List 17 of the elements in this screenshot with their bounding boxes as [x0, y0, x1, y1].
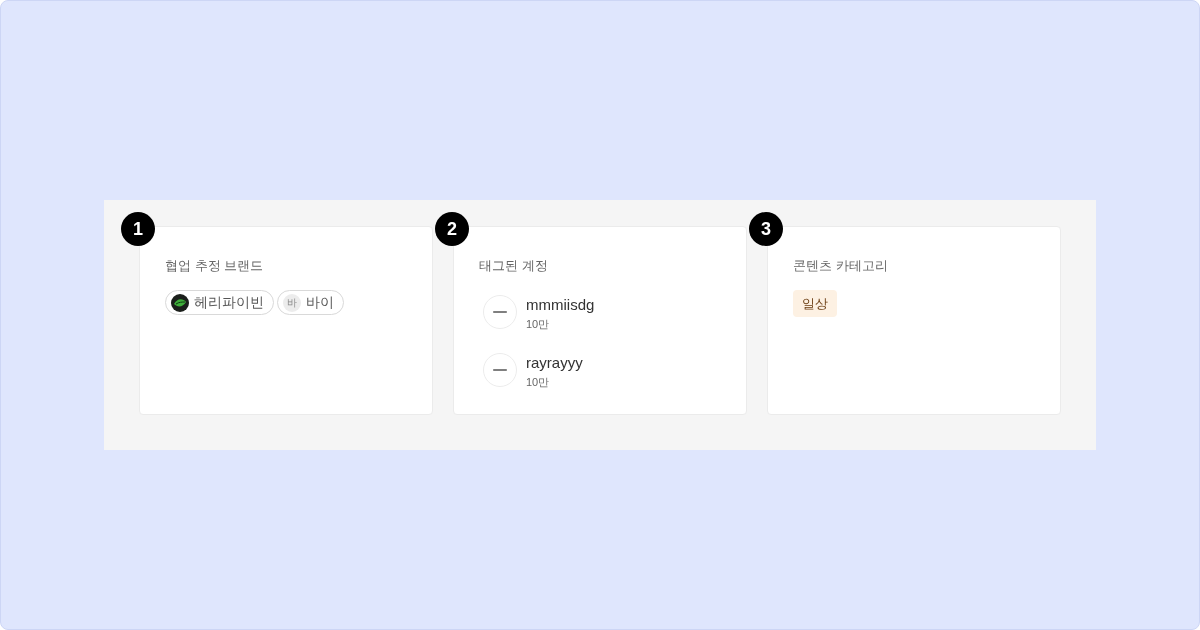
account-username[interactable]: rayrayyy: [526, 353, 583, 372]
account-avatar-icon: [483, 295, 517, 329]
follower-count: 10만: [526, 375, 550, 390]
category-tag: 일상: [793, 290, 837, 317]
card-title: 협업 추정 브랜드: [165, 258, 264, 274]
account-avatar-icon: [483, 353, 517, 387]
card-title: 콘텐츠 카테고리: [793, 258, 888, 274]
brand-initial-icon: 바: [283, 293, 301, 312]
card-title: 태그된 계정: [479, 258, 548, 274]
step-number-badge: 3: [749, 212, 783, 246]
step-number-badge: 1: [121, 212, 155, 246]
account-username[interactable]: mmmiisdg: [526, 295, 595, 314]
brand-logo-icon: [171, 293, 189, 312]
brand-chip[interactable]: 헤리파이빈: [165, 290, 274, 315]
follower-count: 10만: [526, 317, 550, 332]
step-number-badge: 2: [435, 212, 469, 246]
brand-chip[interactable]: 바 바이: [277, 290, 344, 315]
